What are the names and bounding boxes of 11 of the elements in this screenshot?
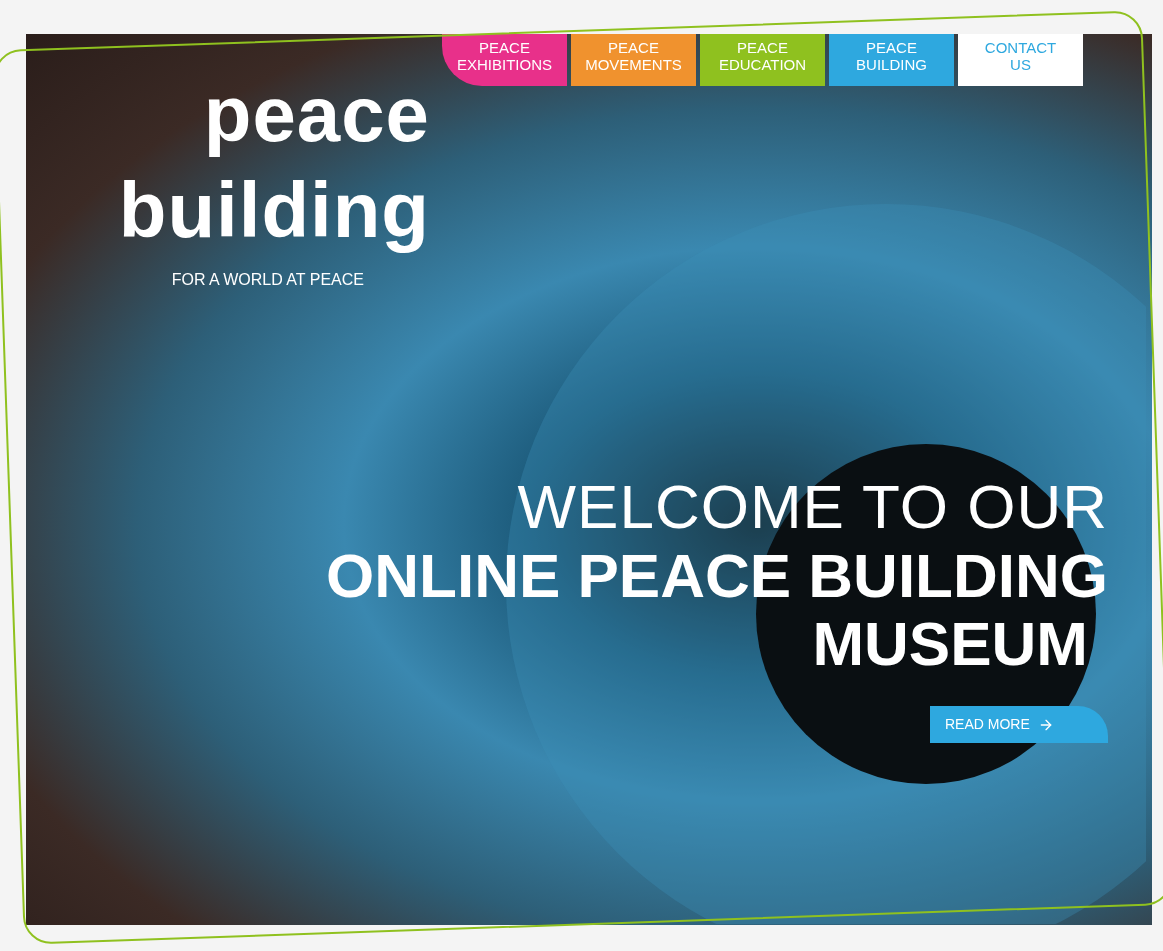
nav-link[interactable]: CONTACT US [958, 34, 1083, 86]
nav-link[interactable]: PEACE EDUCATION [700, 34, 825, 86]
logo-wordmark[interactable]: peace building [118, 66, 430, 258]
read-more-button[interactable]: READ MORE [930, 706, 1108, 743]
logo-text: peace [203, 69, 430, 160]
hero-heading: MUSEUM [812, 610, 1088, 678]
nav-link[interactable]: PEACE MOVEMENTS [571, 34, 696, 86]
nav-link[interactable]: PEACE EXHIBITIONS [442, 34, 567, 86]
logo-tagline: FOR A WORLD AT PEACE [171, 270, 364, 290]
logo-text: building [118, 165, 430, 256]
nav-link[interactable]: PEACE BUILDING [829, 34, 954, 86]
